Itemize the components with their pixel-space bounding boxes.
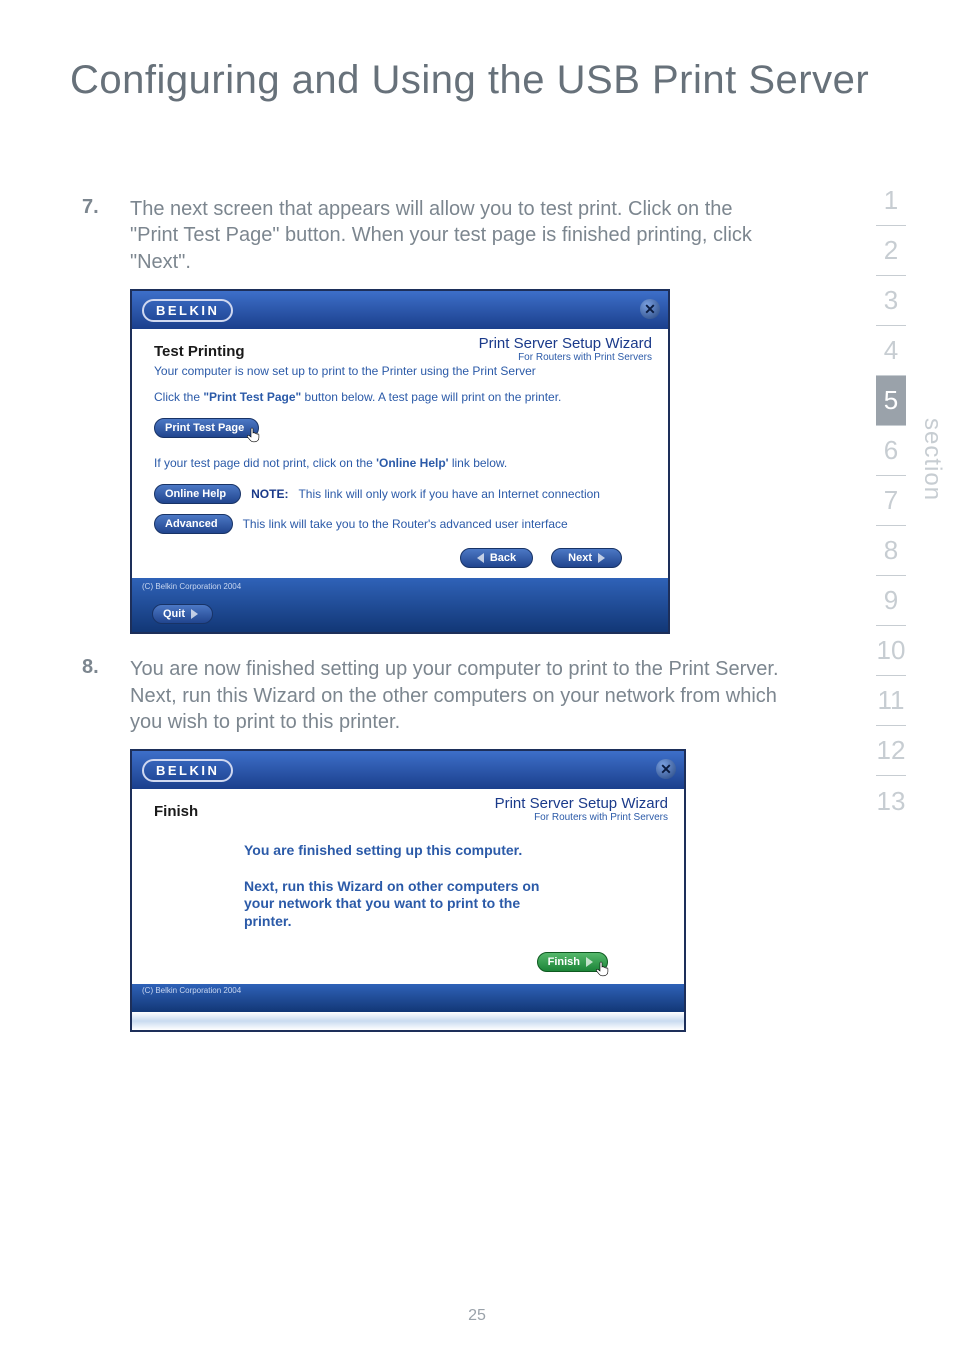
help-prefix: If your test page did not print, click o… xyxy=(154,456,376,470)
copyright-text: (C) Belkin Corporation 2004 xyxy=(142,986,674,995)
wizard-screenshot-test-printing: BELKIN ✕ Print Server Setup Wizard For R… xyxy=(130,289,670,634)
wizard-title: Print Server Setup Wizard xyxy=(495,795,668,812)
finish-message-1: You are finished setting up this compute… xyxy=(244,842,544,860)
section-nav-item[interactable]: 4 xyxy=(876,326,906,376)
section-nav-item[interactable]: 13 xyxy=(876,776,906,826)
arrow-right-icon xyxy=(586,957,593,967)
advanced-text: This link will take you to the Router's … xyxy=(243,517,568,531)
advanced-label: Advanced xyxy=(165,518,218,530)
finish-nav: Finish xyxy=(154,952,668,972)
online-help-row: Online Help NOTE: This link will only wo… xyxy=(154,484,652,504)
cursor-hand-icon xyxy=(246,427,262,443)
section-nav-item[interactable]: 12 xyxy=(876,726,906,776)
section-nav-item[interactable]: 10 xyxy=(876,626,906,676)
arrow-left-icon xyxy=(477,553,484,563)
help-instruction: If your test page did not print, click o… xyxy=(154,456,652,470)
step-number: 8. xyxy=(82,656,130,735)
section-nav-item[interactable]: 5 xyxy=(876,376,906,426)
decorative-strip xyxy=(132,1012,684,1030)
wizard-body: Print Server Setup Wizard For Routers wi… xyxy=(132,329,668,578)
note-label: NOTE: xyxy=(251,487,288,501)
back-button[interactable]: Back xyxy=(460,548,533,568)
print-test-page-button[interactable]: Print Test Page xyxy=(154,418,259,438)
section-nav-item[interactable]: 1 xyxy=(876,176,906,226)
back-label: Back xyxy=(490,552,516,564)
wizard-titlebar: BELKIN ✕ xyxy=(132,751,684,789)
section-nav-item[interactable]: 8 xyxy=(876,526,906,576)
screen-subheading: Your computer is now set up to print to … xyxy=(154,364,652,378)
wizard-screenshot-finish: BELKIN ✕ Print Server Setup Wizard For R… xyxy=(130,749,686,1032)
cursor-hand-icon xyxy=(595,961,611,977)
belkin-logo: BELKIN xyxy=(142,299,233,322)
wizard-subtitle: For Routers with Print Servers xyxy=(534,812,668,823)
page-title: Configuring and Using the USB Print Serv… xyxy=(70,58,869,103)
next-label: Next xyxy=(568,552,592,564)
wizard-footer: (C) Belkin Corporation 2004 xyxy=(132,984,684,1012)
wizard-footer: (C) Belkin Corporation 2004 Quit xyxy=(132,578,668,632)
step-7: 7. The next screen that appears will all… xyxy=(82,196,782,275)
belkin-logo: BELKIN xyxy=(142,759,233,782)
close-icon[interactable]: ✕ xyxy=(656,759,676,779)
section-nav-item[interactable]: 7 xyxy=(876,476,906,526)
section-nav-item[interactable]: 6 xyxy=(876,426,906,476)
nav-row: Back Next xyxy=(154,548,652,568)
instr-bold: "Print Test Page" xyxy=(203,390,301,404)
finish-button[interactable]: Finish xyxy=(537,952,608,972)
finish-message-2: Next, run this Wizard on other computers… xyxy=(244,878,544,931)
section-nav: 12345678910111213 xyxy=(876,176,906,826)
section-nav-item[interactable]: 11 xyxy=(876,676,906,726)
arrow-right-icon xyxy=(598,553,605,563)
quit-label: Quit xyxy=(163,608,185,620)
section-nav-item[interactable]: 9 xyxy=(876,576,906,626)
step-8: 8. You are now finished setting up your … xyxy=(82,656,782,735)
advanced-row: Advanced This link will take you to the … xyxy=(154,514,652,534)
wizard-subtitle: For Routers with Print Servers xyxy=(518,352,652,363)
close-icon[interactable]: ✕ xyxy=(640,299,660,319)
online-help-button[interactable]: Online Help xyxy=(154,484,241,504)
copyright-text: (C) Belkin Corporation 2004 xyxy=(142,582,658,591)
help-bold: 'Online Help' xyxy=(376,456,448,470)
instr-prefix: Click the xyxy=(154,390,203,404)
section-nav-item[interactable]: 2 xyxy=(876,226,906,276)
instruction-text: Click the "Print Test Page" button below… xyxy=(154,390,652,404)
step-text: You are now finished setting up your com… xyxy=(130,656,782,735)
page-number: 25 xyxy=(468,1307,486,1325)
section-nav-item[interactable]: 3 xyxy=(876,276,906,326)
wizard-title: Print Server Setup Wizard xyxy=(479,335,652,352)
step-number: 7. xyxy=(82,196,130,275)
arrow-right-icon xyxy=(191,609,198,619)
next-button[interactable]: Next xyxy=(551,548,622,568)
print-test-page-label: Print Test Page xyxy=(165,422,244,434)
advanced-button[interactable]: Advanced xyxy=(154,514,233,534)
wizard-titlebar: BELKIN ✕ xyxy=(132,291,668,329)
content-area: 7. The next screen that appears will all… xyxy=(82,196,782,1054)
note-text: This link will only work if you have an … xyxy=(298,487,599,501)
finish-label: Finish xyxy=(548,956,580,968)
section-label: section xyxy=(918,418,946,501)
wizard-body: Print Server Setup Wizard For Routers wi… xyxy=(132,789,684,984)
step-text: The next screen that appears will allow … xyxy=(130,196,782,275)
quit-button[interactable]: Quit xyxy=(152,604,213,624)
help-suffix: link below. xyxy=(449,456,508,470)
online-help-label: Online Help xyxy=(165,488,226,500)
instr-suffix: button below. A test page will print on … xyxy=(301,390,561,404)
